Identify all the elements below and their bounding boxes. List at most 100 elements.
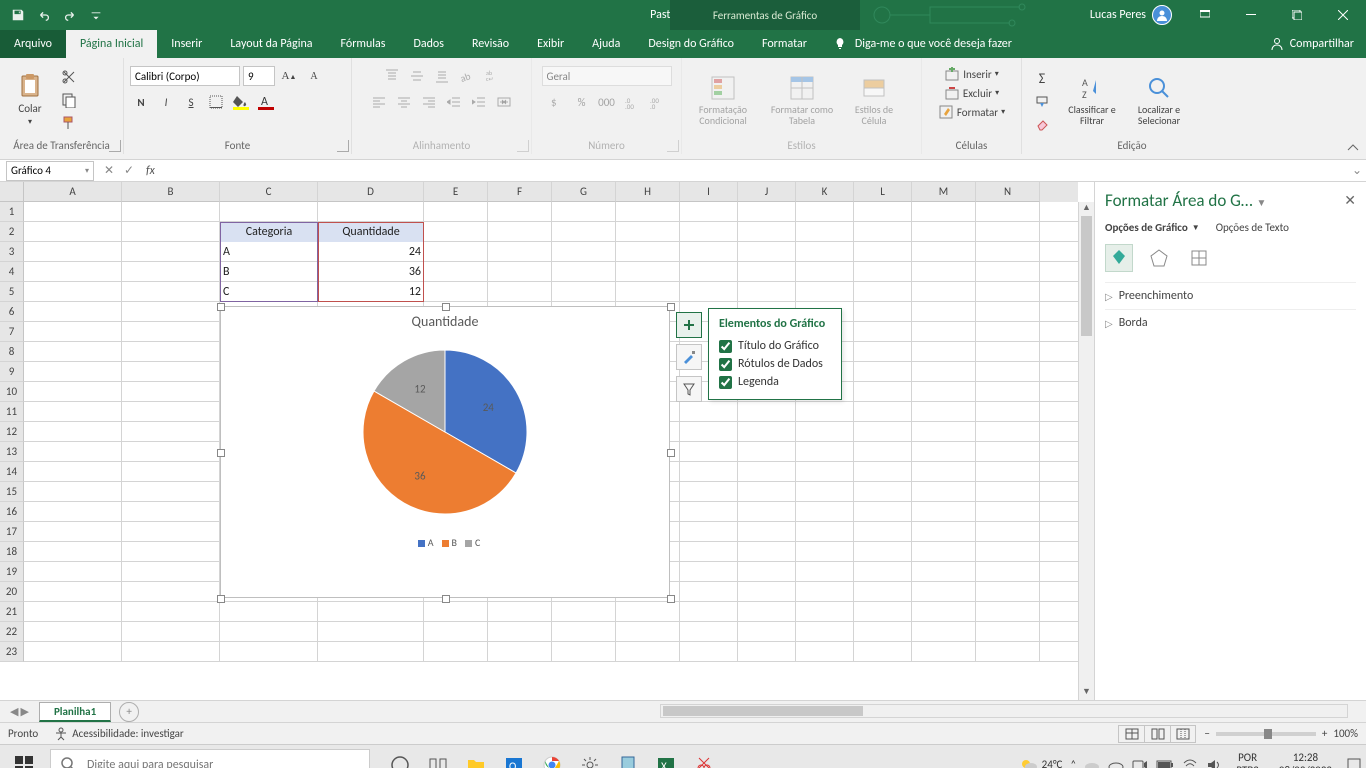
pane-tab-chart-options[interactable]: Opções de Gráfico ▼ — [1105, 221, 1200, 234]
number-launcher-icon[interactable] — [667, 140, 679, 152]
flyout-checkbox[interactable] — [719, 340, 732, 353]
cancel-formula-icon[interactable]: ✕ — [100, 163, 118, 178]
tell-me-search[interactable]: Diga-me o que você deseja fazer — [821, 30, 1258, 58]
pane-section-fill[interactable]: ▷Preenchimento — [1105, 282, 1356, 309]
font-color-button[interactable]: A — [255, 92, 277, 112]
tab-formulas[interactable]: Fórmulas — [327, 30, 400, 58]
zoom-level-label[interactable]: 100% — [1333, 727, 1358, 740]
meet-now-icon[interactable] — [1132, 757, 1148, 768]
scroll-up-icon[interactable]: ▲ — [1079, 202, 1094, 216]
paste-button[interactable]: Colar▾ — [6, 64, 54, 136]
scroll-down-icon[interactable]: ▼ — [1079, 686, 1094, 700]
format-cells-button[interactable]: Formatar ▾ — [938, 104, 1005, 120]
chart-filters-button[interactable] — [676, 376, 702, 402]
tab-insert[interactable]: Inserir — [157, 30, 216, 58]
increase-decimal-button[interactable]: .0.00 — [621, 92, 643, 112]
align-center-button[interactable] — [393, 92, 415, 112]
clipboard-launcher-icon[interactable] — [109, 140, 121, 152]
cell-styles-button[interactable]: Estilos de Célula — [846, 64, 902, 136]
accounting-format-button[interactable]: $ — [546, 92, 568, 112]
italic-button[interactable]: I — [155, 92, 177, 112]
format-pane-close-icon[interactable]: ✕ — [1344, 192, 1356, 209]
decrease-indent-button[interactable] — [443, 92, 465, 112]
taskbar-lang[interactable]: PORPTB2 — [1230, 752, 1265, 768]
pane-fill-line-icon[interactable] — [1105, 244, 1133, 272]
fx-icon[interactable]: fx — [142, 164, 159, 178]
delete-cells-button[interactable]: Excluir ▾ — [944, 85, 999, 101]
sheet-tab-active[interactable]: Planilha1 — [39, 702, 111, 722]
align-middle-button[interactable] — [406, 66, 428, 86]
pie-chart[interactable]: 243612 — [345, 332, 545, 532]
flyout-checkbox[interactable] — [719, 376, 732, 389]
tab-view[interactable]: Exibir — [523, 30, 578, 58]
embedded-chart[interactable]: Quantidade 243612 ABC — [220, 306, 670, 598]
find-select-button[interactable]: Localizar e Selecionar — [1128, 64, 1190, 136]
start-button[interactable] — [0, 745, 48, 768]
font-launcher-icon[interactable] — [337, 140, 349, 152]
decrease-decimal-button[interactable]: .00.0 — [646, 92, 668, 112]
vertical-scrollbar[interactable]: ▲ ▼ — [1078, 202, 1094, 700]
share-button[interactable]: Compartilhar — [1258, 30, 1366, 58]
sheet-nav-next-icon[interactable]: ▶ — [20, 705, 28, 718]
pane-size-properties-icon[interactable] — [1185, 244, 1213, 272]
chart-elements-button[interactable] — [676, 312, 702, 338]
flyout-item[interactable]: Legenda — [719, 373, 825, 391]
chrome-icon[interactable] — [538, 751, 566, 768]
format-as-table-button[interactable]: Formatar como Tabela — [764, 64, 840, 136]
format-painter-button[interactable] — [58, 113, 80, 133]
qat-customize-icon[interactable] — [84, 3, 108, 27]
decrease-font-button[interactable]: A — [303, 66, 325, 86]
account-user[interactable]: Lucas Peres — [1080, 5, 1182, 25]
taskbar-search[interactable]: Digite aqui para pesquisar — [50, 749, 370, 768]
alignment-launcher-icon[interactable] — [517, 140, 529, 152]
flyout-item[interactable]: Rótulos de Dados — [719, 355, 825, 373]
tab-help[interactable]: Ajuda — [578, 30, 634, 58]
comma-format-button[interactable]: 000 — [596, 92, 618, 112]
sheet-nav-prev-icon[interactable]: ◀ — [10, 705, 18, 718]
normal-view-button[interactable] — [1118, 725, 1144, 743]
notifications-icon[interactable] — [1346, 757, 1362, 768]
insert-cells-button[interactable]: Inserir ▾ — [944, 66, 999, 82]
row-headers[interactable]: 1234567891011121314151617181920212223 — [0, 202, 24, 662]
pane-effects-icon[interactable] — [1145, 244, 1173, 272]
expand-formula-bar-icon[interactable]: ⌄ — [1348, 163, 1366, 178]
tab-data[interactable]: Dados — [399, 30, 457, 58]
zoom-slider[interactable]: − + 100% — [1204, 727, 1358, 740]
align-top-button[interactable] — [381, 66, 403, 86]
cut-button[interactable] — [58, 67, 80, 87]
fill-color-button[interactable] — [230, 92, 252, 112]
flyout-checkbox[interactable] — [719, 358, 732, 371]
weather-widget[interactable]: 24°C — [1020, 756, 1063, 768]
increase-font-button[interactable]: A▲ — [278, 66, 300, 86]
name-box[interactable]: Gráfico 4▾ — [6, 161, 94, 181]
pane-tab-text-options[interactable]: Opções de Texto — [1216, 221, 1289, 234]
enter-formula-icon[interactable]: ✓ — [120, 163, 138, 178]
task-view-icon[interactable] — [386, 751, 414, 768]
percent-format-button[interactable]: % — [571, 92, 593, 112]
tab-home[interactable]: Página Inicial — [66, 30, 157, 58]
save-icon[interactable] — [6, 3, 30, 27]
wifi-icon[interactable] — [1182, 757, 1198, 768]
underline-button[interactable]: S — [180, 92, 202, 112]
clear-button[interactable] — [1028, 115, 1056, 135]
tab-review[interactable]: Revisão — [458, 30, 523, 58]
taskbar-clock[interactable]: 12:2808/02/2022 — [1273, 752, 1338, 768]
merge-button[interactable] — [493, 92, 515, 112]
tray-chevron-icon[interactable]: ˄ — [1070, 758, 1076, 768]
select-all-corner[interactable] — [0, 182, 24, 202]
tab-format[interactable]: Formatar — [748, 30, 821, 58]
outlook-icon[interactable]: O — [500, 751, 528, 768]
number-format-select[interactable] — [542, 66, 672, 86]
settings-icon[interactable] — [576, 751, 604, 768]
scroll-thumb[interactable] — [1081, 216, 1092, 336]
tab-file[interactable]: Arquivo — [0, 30, 66, 58]
volume-icon[interactable] — [1206, 757, 1222, 768]
cortana-icon[interactable] — [424, 751, 452, 768]
borders-button[interactable] — [205, 92, 227, 112]
page-layout-view-button[interactable] — [1144, 725, 1170, 743]
align-left-button[interactable] — [368, 92, 390, 112]
increase-indent-button[interactable] — [468, 92, 490, 112]
fill-button[interactable] — [1028, 92, 1056, 112]
wrap-text-button[interactable]: abc↵ — [481, 66, 503, 86]
align-bottom-button[interactable] — [431, 66, 453, 86]
